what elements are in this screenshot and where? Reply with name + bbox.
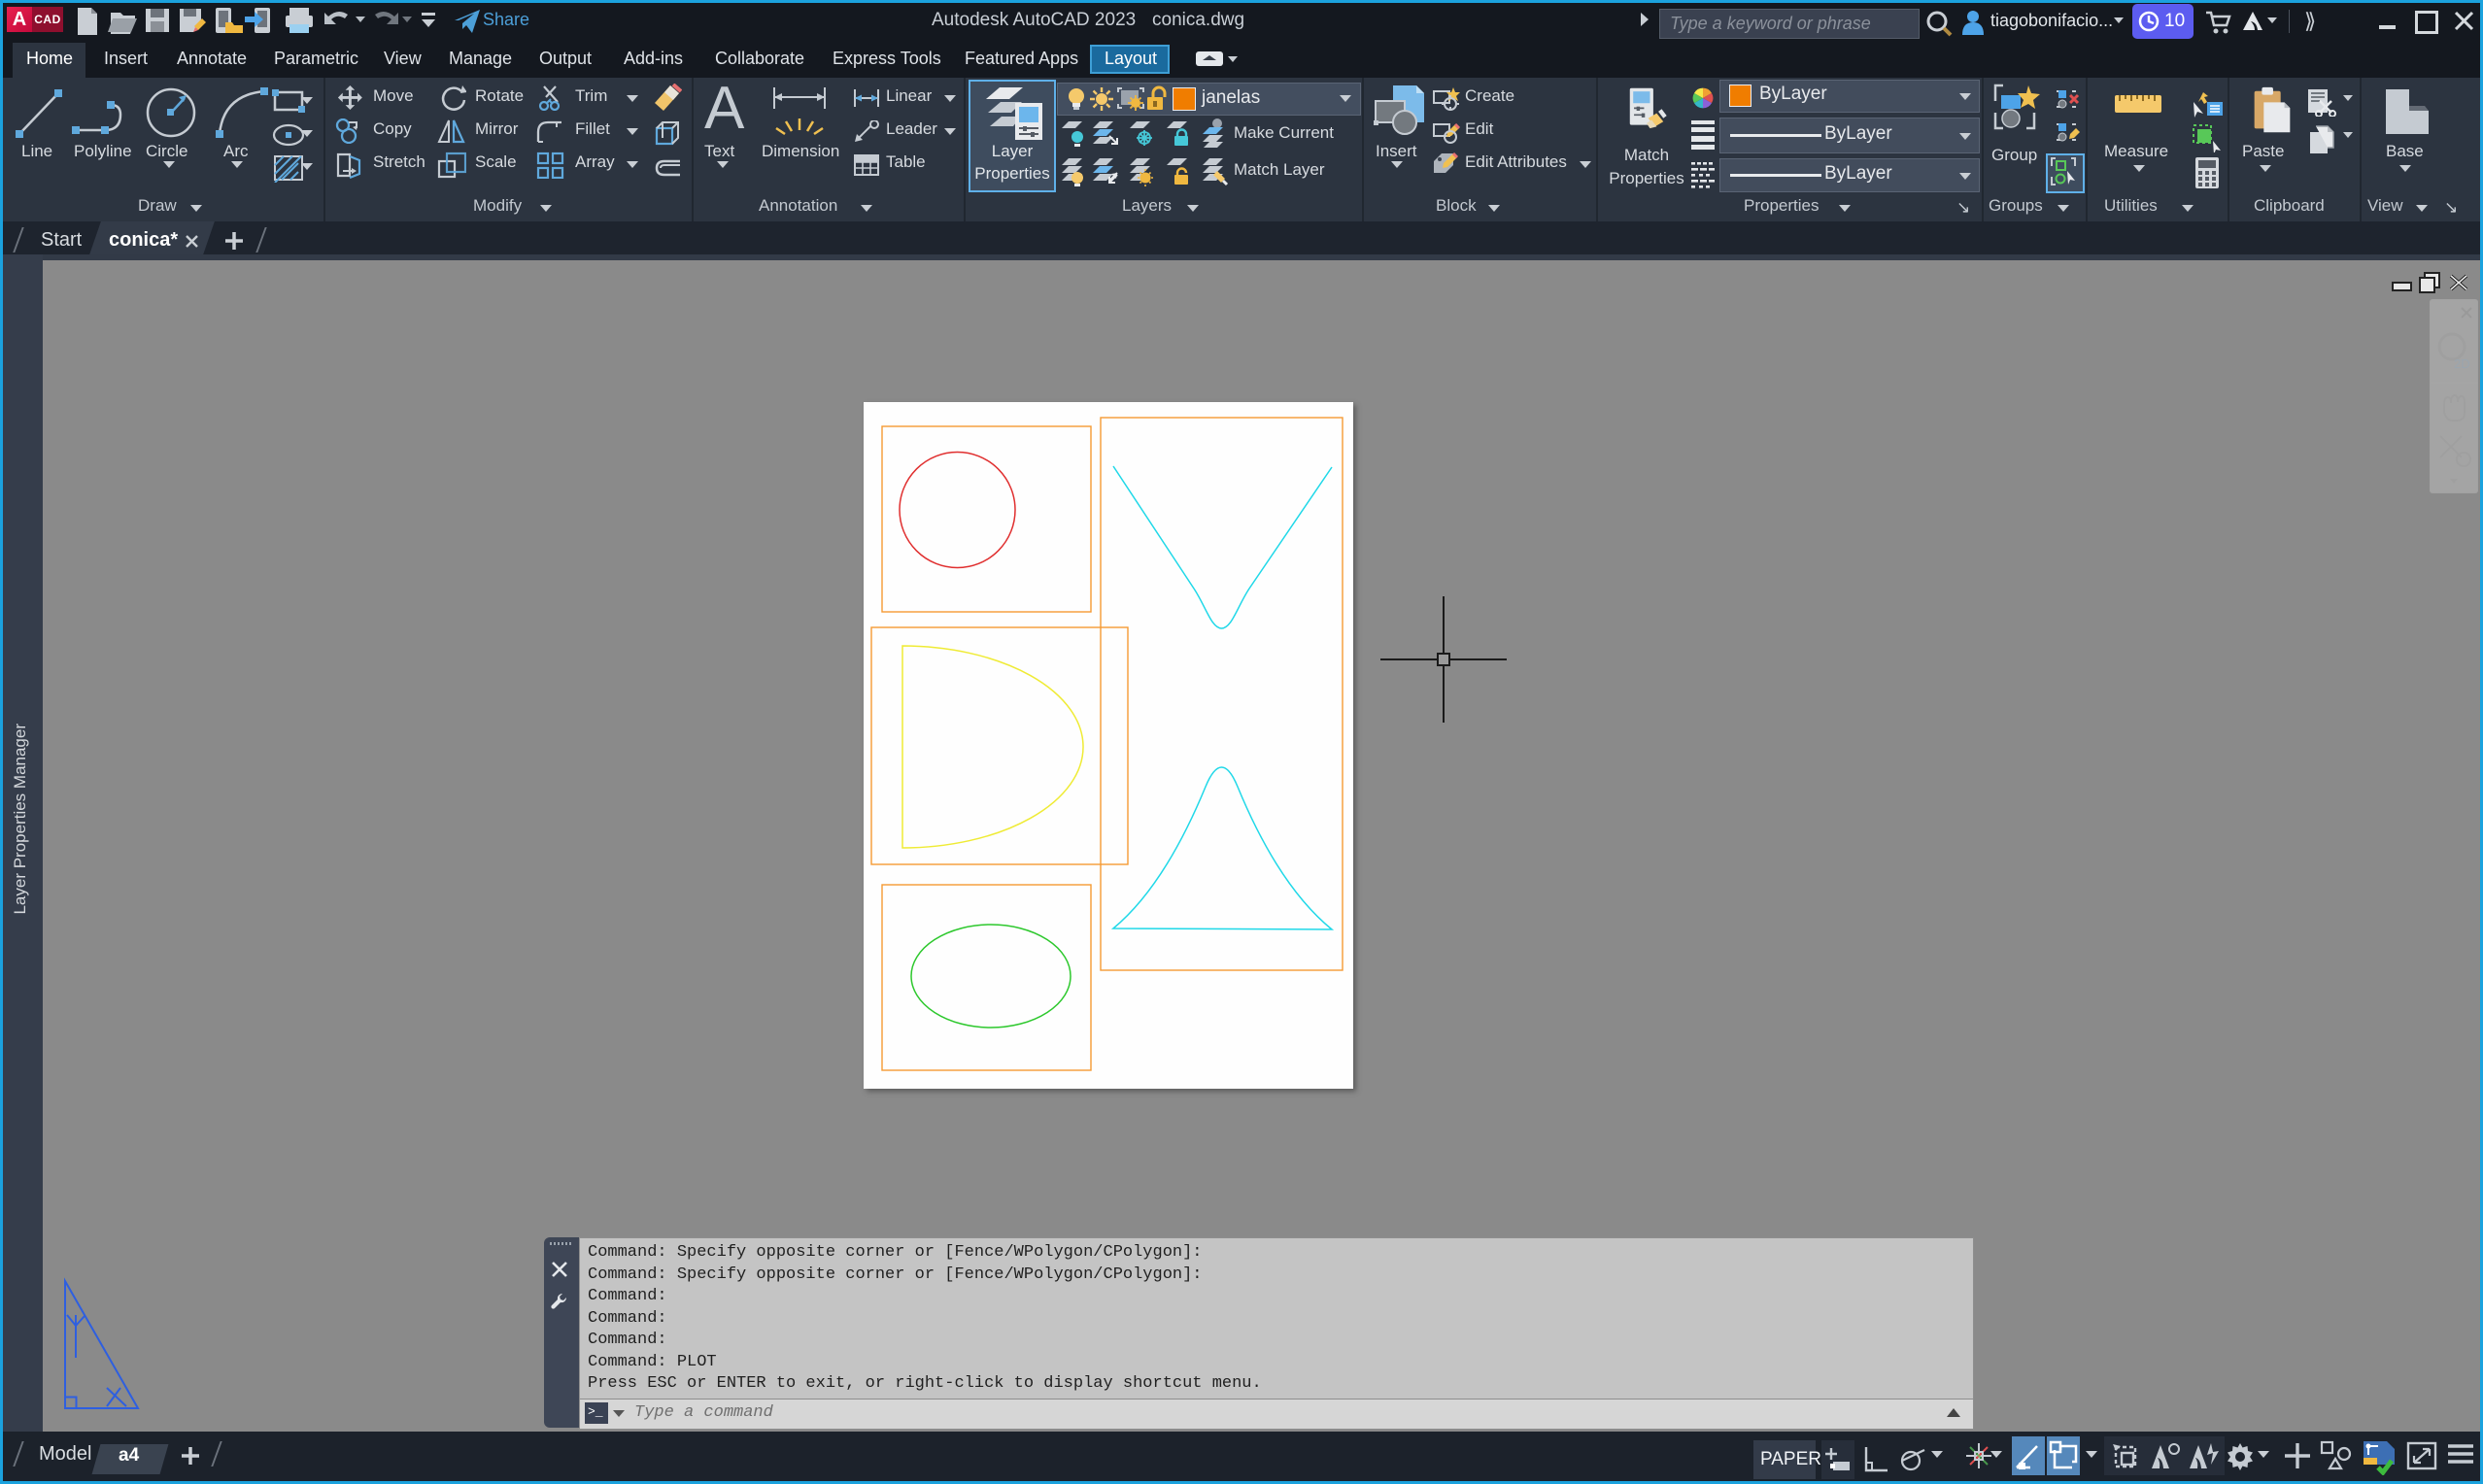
svg-text:2D: 2D (2454, 356, 2470, 371)
